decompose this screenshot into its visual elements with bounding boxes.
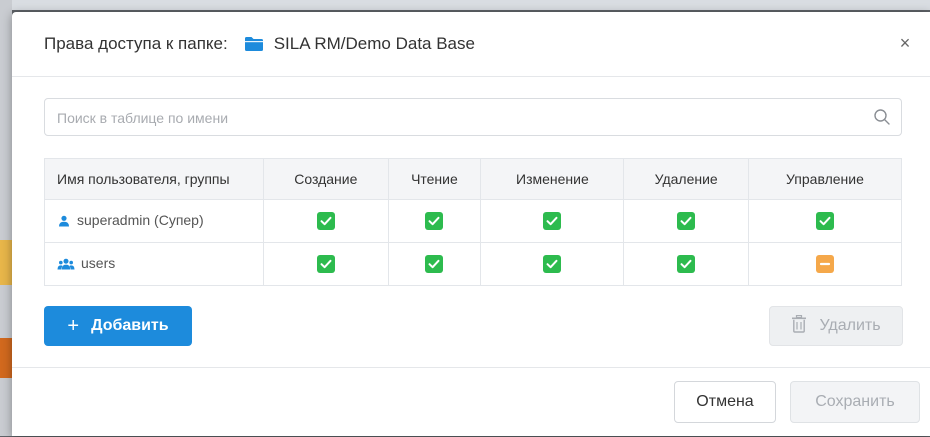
background-highlight	[0, 338, 12, 378]
background-app-toolbar	[0, 0, 930, 10]
table-row[interactable]: superadmin (Супер)	[44, 199, 903, 243]
perm-cell-read	[387, 199, 482, 243]
perm-cell-read	[387, 242, 482, 286]
add-button-label[interactable]: Добавить	[91, 317, 169, 335]
perm-cell-manage	[747, 242, 903, 286]
trash-icon[interactable]	[791, 314, 807, 338]
perm-create-checkbox[interactable]	[316, 255, 335, 274]
background-highlight	[0, 240, 12, 285]
perm-read-checkbox[interactable]	[425, 212, 444, 231]
perm-cell-modify	[480, 242, 625, 286]
perm-read-checkbox[interactable]	[425, 255, 444, 274]
perm-modify-checkbox[interactable]	[543, 255, 562, 274]
delete-button-label[interactable]: Удалить	[819, 317, 880, 335]
row-name-cell: users	[44, 242, 264, 286]
search-input[interactable]	[55, 107, 859, 129]
column-header-modify: Изменение	[480, 158, 625, 200]
column-header-name: Имя пользователя, группы	[44, 158, 264, 200]
perm-cell-modify	[480, 199, 625, 243]
row-name: superadmin (Супер)	[77, 212, 204, 229]
cancel-button[interactable]: Отмена	[674, 381, 776, 423]
folder-icon	[244, 36, 264, 52]
dialog-header: Права доступа к папке: SILA RM/Demo Data…	[12, 12, 930, 77]
user-icon	[57, 214, 71, 230]
row-name: users	[81, 255, 116, 272]
perm-cell-delete	[623, 242, 749, 286]
search-field[interactable]	[44, 98, 902, 136]
close-button[interactable]: ×	[894, 32, 916, 54]
perm-delete-checkbox[interactable]	[677, 212, 696, 231]
save-button[interactable]: Сохранить	[790, 381, 920, 423]
close-icon[interactable]: ×	[900, 33, 911, 53]
search-icon[interactable]	[873, 108, 891, 126]
column-header-create: Создание	[263, 158, 389, 200]
perm-manage-checkbox[interactable]	[815, 255, 834, 274]
perm-cell-create	[263, 199, 389, 243]
perm-cell-delete	[623, 199, 749, 243]
background-app-sidebar	[0, 0, 12, 436]
permissions-table: Имя пользователя, группы Создание Чтение…	[44, 158, 903, 286]
perm-create-checkbox[interactable]	[316, 212, 335, 231]
column-header-delete: Удаление	[623, 158, 749, 200]
column-header-manage: Управление	[747, 158, 903, 200]
folder-permissions-dialog: Права доступа к папке: SILA RM/Demo Data…	[12, 12, 930, 436]
dialog-title: Права доступа к папке: SILA RM/Demo Data…	[44, 34, 475, 54]
perm-delete-checkbox[interactable]	[677, 255, 696, 274]
perm-cell-manage	[747, 199, 903, 243]
perm-modify-checkbox[interactable]	[543, 212, 562, 231]
group-icon	[57, 257, 75, 273]
table-row[interactable]: users	[44, 242, 903, 286]
delete-button[interactable]: Удалить	[769, 306, 903, 346]
table-header-row: Имя пользователя, группы Создание Чтение…	[44, 158, 903, 200]
perm-manage-checkbox[interactable]	[815, 212, 834, 231]
column-header-read: Чтение	[387, 158, 482, 200]
plus-icon[interactable]: +	[67, 316, 79, 336]
folder-path: SILA RM/Demo Data Base	[273, 34, 475, 53]
dialog-footer: Отмена Сохранить	[12, 367, 930, 437]
add-button[interactable]: + Добавить	[44, 306, 192, 346]
perm-cell-create	[263, 242, 389, 286]
dialog-title-label: Права доступа к папке:	[44, 34, 228, 53]
row-name-cell: superadmin (Супер)	[44, 199, 264, 243]
